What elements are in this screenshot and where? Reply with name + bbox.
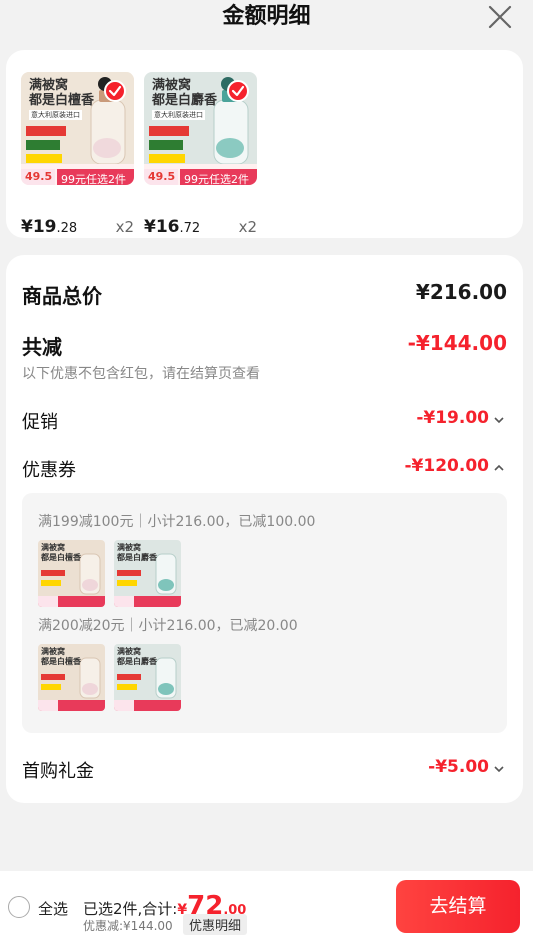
discount-summary: 优惠减:¥144.00 [83, 919, 173, 933]
gift-label: 首购礼金 [22, 761, 94, 782]
total-label: 商品总价 [22, 284, 102, 308]
close-button[interactable] [487, 4, 513, 30]
gift-value: -¥5.00 [428, 757, 489, 777]
product-thumbnail: 满被窝 都是白檀香 [38, 644, 105, 711]
reduce-value: -¥144.00 [407, 331, 507, 355]
coupon-value: -¥120.00 [404, 456, 490, 476]
amount-details-card: 商品总价 ¥216.00 共减 -¥144.00 以下优惠不包含红包，请在结算页… [6, 255, 523, 803]
checkout-bar: 全选 已选2件,合计:¥72.00 优惠减:¥144.00 优惠明细 去结算 [0, 871, 533, 944]
coupon-line: 满199减100元｜小计216.00，已减100.00 [38, 514, 316, 530]
product-item[interactable]: 满被窝 都是白檀香 意大利原装进口 49.5 99元任选2件 ¥19.28 x2 [21, 72, 134, 237]
coupon-label: 优惠券 [22, 460, 76, 481]
discount-detail-button[interactable]: 优惠明细 [183, 914, 248, 935]
product-quantity: x2 [115, 218, 134, 236]
product-thumbnail: 满被窝 都是白麝香 [114, 540, 181, 607]
product-item[interactable]: 满被窝 都是白麝香 意大利原装进口 49.5 99元任选2件 ¥16.72 x2 [144, 72, 257, 237]
select-all-label[interactable]: 全选 [38, 898, 68, 919]
discount-note: 以下优惠不包含红包，请在结算页查看 [22, 366, 260, 382]
select-all-radio[interactable] [8, 896, 30, 918]
coupon-detail-box: 满199减100元｜小计216.00，已减100.00 满被窝 都是白檀香 满被… [22, 493, 507, 733]
product-thumbnail: 满被窝 都是白麝香 [114, 644, 181, 711]
product-price: ¥19.28 [21, 217, 78, 237]
close-icon [488, 5, 512, 29]
chevron-down-icon [491, 410, 505, 429]
selected-check-icon [104, 80, 126, 102]
promo-label: 促销 [22, 412, 58, 433]
product-price: ¥16.72 [144, 217, 201, 237]
total-value: ¥216.00 [415, 280, 507, 304]
product-image: 满被窝 都是白檀香 意大利原装进口 49.5 99元任选2件 [21, 72, 134, 185]
page-title: 金额明细 [222, 4, 311, 29]
product-quantity: x2 [238, 218, 257, 236]
coupon-line: 满200减20元｜小计216.00，已减20.00 [38, 618, 298, 634]
promo-value: -¥19.00 [416, 408, 489, 428]
selected-check-icon [227, 80, 249, 102]
chevron-up-icon [491, 458, 505, 477]
product-thumbnail: 满被窝 都是白檀香 [38, 540, 105, 607]
header: 金额明细 [0, 0, 533, 40]
chevron-down-icon [491, 759, 505, 778]
product-card: 满被窝 都是白檀香 意大利原装进口 49.5 99元任选2件 ¥19.28 x2 [6, 50, 523, 238]
product-image: 满被窝 都是白麝香 意大利原装进口 49.5 99元任选2件 [144, 72, 257, 185]
reduce-label: 共减 [22, 335, 62, 359]
checkout-button[interactable]: 去结算 [396, 880, 520, 933]
